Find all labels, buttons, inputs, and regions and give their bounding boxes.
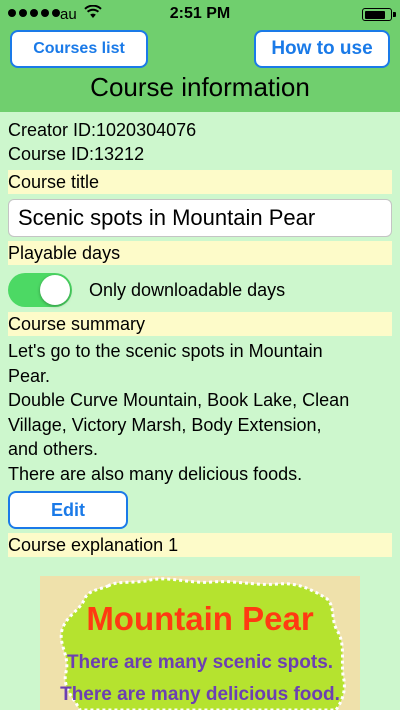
- status-bar: au 2:51 PM: [0, 0, 400, 30]
- course-explanation-label: Course explanation 1: [8, 533, 392, 557]
- course-summary-text: Let's go to the scenic spots in Mountain…: [8, 339, 392, 486]
- course-title-field[interactable]: Scenic spots in Mountain Pear: [8, 199, 392, 237]
- summary-line: Pear.: [8, 365, 51, 386]
- navigation-bar: Courses list How to use Course informati…: [0, 30, 400, 112]
- battery-icon: [362, 8, 396, 21]
- creator-id: Creator ID:1020304076: [8, 120, 197, 140]
- summary-line: There are also many delicious foods.: [8, 463, 303, 484]
- courses-list-button[interactable]: Courses list: [10, 30, 148, 68]
- downloadable-days-toggle[interactable]: [8, 273, 72, 307]
- how-to-use-button[interactable]: How to use: [254, 30, 390, 68]
- page-title: Course information: [90, 72, 310, 102]
- battery-level: [364, 10, 385, 19]
- map-caption-line: There are many scenic spots.: [66, 652, 334, 673]
- summary-line: and others.: [8, 439, 99, 459]
- course-title-label: Course title: [8, 170, 392, 194]
- downloadable-days-label: Only downloadable days: [89, 279, 286, 300]
- course-info-content: Creator ID:1020304076 Course ID:13212 Co…: [8, 118, 392, 557]
- course-explanation-image: Mountain Pear There are many scenic spot…: [40, 576, 360, 710]
- map-caption-line: There are many delicious food.: [60, 684, 340, 705]
- toggle-knob: [40, 275, 70, 305]
- summary-line: Double Curve Mountain, Book Lake, Clean: [8, 390, 350, 410]
- summary-line: Let's go to the scenic spots in Mountain: [8, 341, 323, 361]
- playable-days-label: Playable days: [8, 241, 392, 265]
- playable-days-row: Only downloadable days: [8, 272, 392, 308]
- status-time: 2:51 PM: [169, 5, 231, 22]
- course-summary-label: Course summary: [8, 312, 392, 336]
- edit-button[interactable]: Edit: [8, 491, 128, 529]
- course-id: Course ID:13212: [8, 144, 145, 164]
- map-title: Mountain Pear: [86, 600, 314, 637]
- summary-line: Village, Victory Marsh, Body Extension,: [8, 414, 322, 435]
